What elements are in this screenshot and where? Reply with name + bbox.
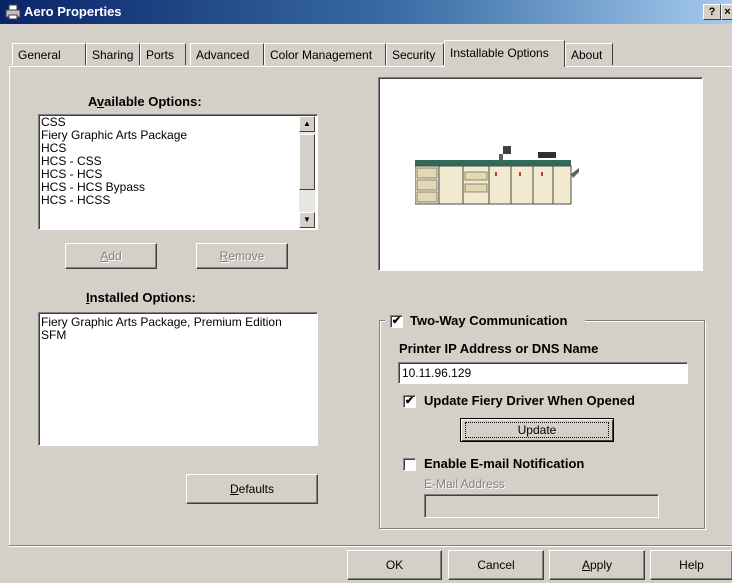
ip-label: Printer IP Address or DNS Name [399, 341, 599, 356]
two-way-label[interactable]: Two-Way Communication [410, 313, 567, 328]
tab-advanced[interactable]: Advanced [190, 43, 264, 65]
tab-installable-options[interactable]: Installable Options [444, 40, 565, 67]
list-item[interactable]: Fiery Graphic Arts Package [39, 129, 317, 142]
printer-image-panel [378, 77, 703, 271]
footer-divider-highlight [9, 546, 732, 547]
tab-ports[interactable]: Ports [140, 43, 186, 65]
help-button-footer[interactable]: Help [650, 550, 732, 580]
available-options-scrollbar[interactable]: ▲ ▼ [299, 116, 315, 228]
tab-security[interactable]: Security [386, 43, 444, 65]
printer-illustration [415, 146, 579, 205]
cancel-button[interactable]: Cancel [448, 550, 544, 580]
window-title: Aero Properties [24, 4, 122, 19]
email-address-field[interactable] [424, 494, 659, 518]
ok-button[interactable]: OK [347, 550, 442, 580]
apply-button[interactable]: Apply [549, 550, 645, 580]
help-button[interactable]: ? [703, 4, 721, 20]
email-notification-checkbox[interactable] [403, 458, 416, 471]
scroll-down-arrow-icon[interactable]: ▼ [299, 212, 315, 228]
close-button[interactable]: × [721, 4, 732, 20]
remove-button[interactable]: Remove [196, 243, 288, 269]
tab-sharing[interactable]: Sharing [86, 43, 140, 65]
available-options-label: Available Options: [88, 94, 202, 109]
scroll-thumb[interactable] [299, 134, 315, 190]
two-way-checkbox[interactable]: ✔ [390, 315, 403, 328]
installed-options-list[interactable]: Fiery Graphic Arts Package, Premium Edit… [38, 312, 318, 446]
add-button[interactable]: Add [65, 243, 157, 269]
update-button[interactable]: Update [460, 418, 614, 442]
email-address-label: E-Mail Address [424, 477, 505, 491]
list-item[interactable]: HCS - HCSS [39, 194, 317, 207]
tab-about[interactable]: About [565, 43, 613, 65]
printer-icon [5, 4, 21, 20]
update-button-label: Update [465, 422, 609, 438]
list-item[interactable]: Fiery Graphic Arts Package, Premium Edit… [39, 316, 317, 329]
update-driver-checkbox[interactable]: ✔ [403, 395, 416, 408]
defaults-button[interactable]: Defaults [186, 474, 318, 504]
scroll-up-arrow-icon[interactable]: ▲ [299, 116, 315, 132]
installed-options-label: Installed Options: [86, 290, 196, 305]
ip-address-field[interactable]: 10.11.96.129 [398, 362, 688, 384]
list-item[interactable]: SFM [39, 329, 317, 342]
tab-general[interactable]: General [12, 43, 86, 65]
email-notification-label[interactable]: Enable E-mail Notification [424, 456, 584, 471]
update-driver-label[interactable]: Update Fiery Driver When Opened [424, 393, 635, 408]
tab-color-management[interactable]: Color Management [264, 43, 386, 65]
available-options-list[interactable]: CSS Fiery Graphic Arts Package HCS HCS -… [38, 114, 318, 230]
